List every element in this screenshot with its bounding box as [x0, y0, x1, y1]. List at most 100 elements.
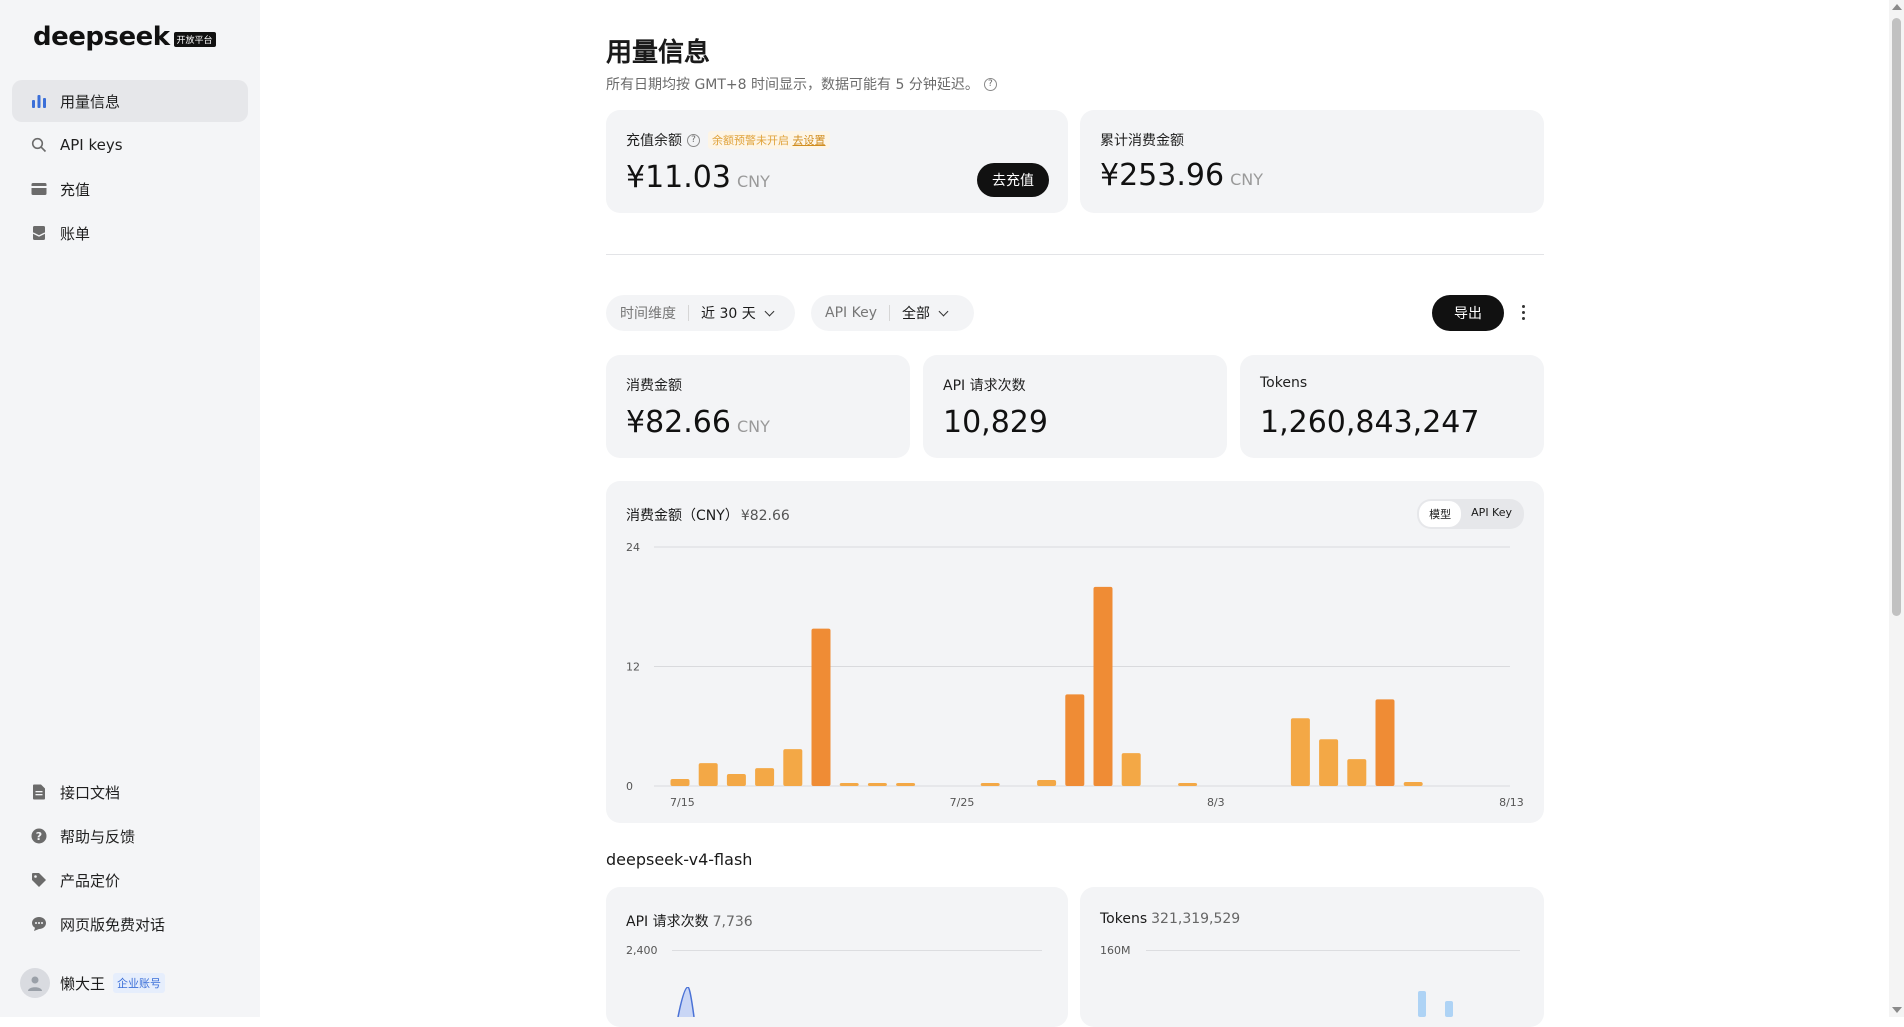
export-button[interactable]: 导出: [1432, 295, 1504, 331]
divider: [606, 254, 1544, 255]
model-tokens-label-row: Tokens 321,319,529: [1100, 911, 1240, 927]
bar-7/19[interactable]: [783, 749, 803, 786]
token-bar: [1445, 1001, 1453, 1017]
logo[interactable]: deepseek 开放平台: [33, 22, 216, 52]
model-section-title: deepseek-v4-flash: [606, 850, 753, 869]
y-tick-label: 24: [626, 541, 640, 554]
spend-unit: CNY: [736, 417, 770, 436]
spend-chart-card: 消费金额（CNY） ¥82.66 模型 API Key 0 12 24 7/15 7/25…: [606, 481, 1544, 823]
help-circle-icon[interactable]: ?: [983, 77, 997, 91]
sidebar-item-help[interactable]: ? 帮助与反馈: [12, 815, 248, 857]
model-tokens-y-tick: 160M: [1100, 944, 1131, 957]
balance-amount: ¥11.03: [626, 160, 731, 195]
avatar: [20, 968, 50, 998]
more-options-icon[interactable]: [1522, 305, 1526, 320]
sidebar: deepseek 开放平台 用量信息 API keys 充值 账单 接口文档 ?…: [0, 0, 260, 1017]
balance-card: 充值余额 ? 余额预警未开启 去设置 ¥11.03 CNY 去充值: [606, 110, 1068, 213]
sidebar-item-pricing[interactable]: 产品定价: [12, 859, 248, 901]
chat-icon: [30, 915, 48, 933]
model-requests-value: 7,736: [712, 914, 753, 930]
separator: [688, 305, 689, 321]
spend-value: ¥82.66: [626, 405, 731, 440]
separator: [888, 305, 890, 321]
bar-8/10[interactable]: [1403, 782, 1423, 786]
balance-unit: CNY: [736, 172, 770, 191]
bar-7/28[interactable]: [1037, 780, 1057, 786]
bar-7/15[interactable]: [670, 779, 690, 786]
balance-label: 充值余额: [626, 133, 682, 149]
sidebar-item-usage[interactable]: 用量信息: [12, 80, 248, 122]
requests-label: API 请求次数: [943, 378, 1026, 394]
sidebar-item-bills[interactable]: 账单: [12, 212, 248, 254]
line-peak: [677, 987, 695, 1017]
balance-warning-link[interactable]: 去设置: [793, 134, 826, 147]
tokens-value: 1,260,843,247: [1260, 405, 1480, 440]
sidebar-item-label: API keys: [60, 136, 123, 154]
user-profile[interactable]: 懒大王 企业账号: [20, 968, 166, 998]
tag-icon: [30, 871, 48, 889]
sidebar-item-label: 网页版免费对话: [60, 915, 166, 934]
time-range-select[interactable]: 时间维度 近 30 天: [606, 295, 795, 331]
recharge-button[interactable]: 去充值: [977, 163, 1049, 197]
svg-text:?: ?: [36, 830, 42, 843]
subtitle-text: 所有日期均按 GMT+8 时间显示，数据可能有 5 分钟延迟。: [606, 77, 979, 93]
bar-8/2[interactable]: [1178, 783, 1198, 786]
bar-8/6[interactable]: [1290, 718, 1310, 786]
model-requests-y-tick: 2,400: [626, 944, 658, 957]
bar-7/22[interactable]: [867, 783, 887, 786]
sidebar-item-recharge[interactable]: 充值: [12, 168, 248, 210]
bar-8/9[interactable]: [1375, 699, 1395, 786]
model-tokens-card: Tokens 321,319,529 160M: [1080, 887, 1544, 1027]
bar-8/8[interactable]: [1347, 759, 1367, 786]
total-spend-unit: CNY: [1230, 170, 1263, 189]
bar-7/31[interactable]: [1121, 753, 1141, 786]
bar-7/26[interactable]: [980, 783, 1000, 786]
spend-label: 消费金额: [626, 378, 682, 394]
model-tokens-value: 321,319,529: [1151, 911, 1241, 927]
sidebar-item-api-keys[interactable]: API keys: [12, 124, 248, 166]
model-requests-label-row: API 请求次数 7,736: [626, 911, 753, 931]
bar-7/17[interactable]: [726, 774, 746, 786]
bill-icon: [30, 224, 48, 242]
nav-bottom: 接口文档 ? 帮助与反馈 产品定价 网页版免费对话: [12, 771, 248, 947]
api-key-value: 全部: [901, 306, 930, 322]
scrollbar[interactable]: [1889, 0, 1904, 1017]
x-tick-label: 7/15: [670, 796, 695, 809]
tokens-stat-card: Tokens 1,260,843,247: [1240, 355, 1544, 458]
bar-7/20[interactable]: [811, 628, 831, 786]
account-type-badge: 企业账号: [113, 973, 166, 993]
sidebar-item-docs[interactable]: 接口文档: [12, 771, 248, 813]
page-title: 用量信息: [606, 38, 711, 68]
y-tick-label: 12: [626, 661, 640, 674]
nav-top: 用量信息 API keys 充值 账单: [12, 80, 248, 256]
scroll-down-arrow[interactable]: [1892, 1007, 1902, 1013]
requests-value: 10,829: [943, 405, 1048, 440]
y-tick-label: 0: [626, 780, 633, 793]
requests-stat-card: API 请求次数 10,829: [923, 355, 1227, 458]
credit-card-icon: [30, 180, 48, 198]
total-spend-label: 累计消费金额: [1100, 133, 1184, 149]
api-key-label: API Key: [825, 305, 877, 321]
api-key-select[interactable]: API Key 全部: [811, 295, 974, 331]
bar-8/7[interactable]: [1319, 739, 1339, 786]
scroll-up-arrow[interactable]: [1892, 4, 1902, 10]
bar-7/29[interactable]: [1065, 694, 1085, 786]
spend-bar-chart: 0 12 24 7/15 7/25 8/3 8/13: [626, 541, 1524, 809]
tokens-label: Tokens: [1260, 375, 1308, 391]
total-spend-card: 累计消费金额 ¥253.96 CNY: [1080, 110, 1544, 213]
bar-7/18[interactable]: [755, 768, 775, 786]
bar-7/16[interactable]: [698, 763, 718, 786]
sidebar-item-label: 接口文档: [60, 783, 121, 802]
help-circle-icon[interactable]: ?: [687, 133, 700, 147]
bar-7/23[interactable]: [896, 783, 916, 786]
balance-warning: 余额预警未开启 去设置: [708, 131, 830, 149]
sidebar-item-label: 充值: [60, 180, 91, 199]
bar-7/30[interactable]: [1093, 586, 1113, 786]
gridline: [672, 950, 1042, 951]
page-subtitle: 所有日期均按 GMT+8 时间显示，数据可能有 5 分钟延迟。 ?: [606, 74, 997, 94]
bar-7/21[interactable]: [839, 783, 859, 786]
sidebar-item-label: 用量信息: [60, 92, 121, 111]
scroll-thumb[interactable]: [1892, 18, 1901, 616]
x-tick-label: 7/25: [950, 796, 975, 809]
sidebar-item-web-chat[interactable]: 网页版免费对话: [12, 903, 248, 945]
